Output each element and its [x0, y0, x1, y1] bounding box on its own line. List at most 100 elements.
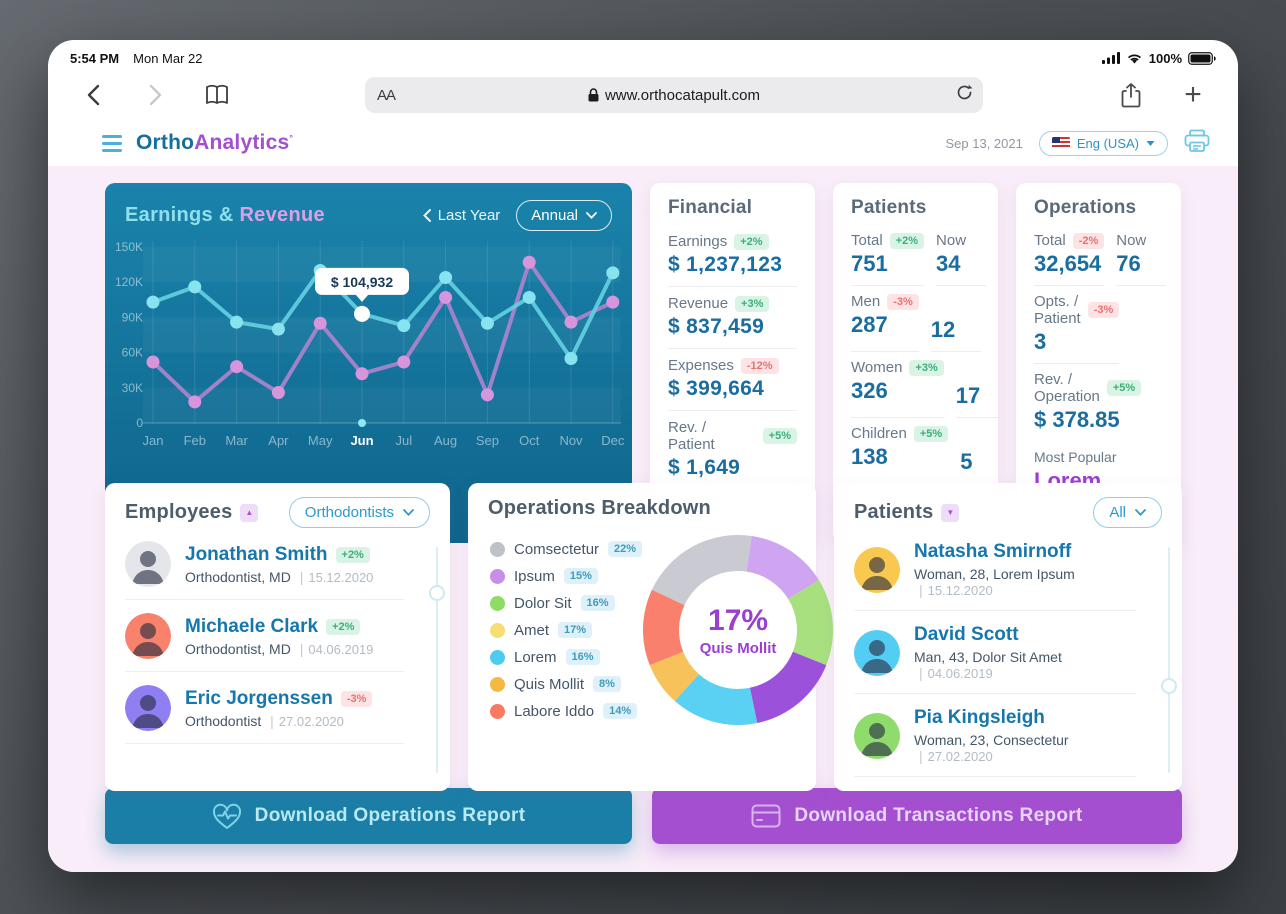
stat-now-cell: Now 76	[1116, 225, 1167, 286]
person-name: Eric Jorgenssen -3%	[185, 688, 373, 710]
stat-now-value: 5	[960, 449, 973, 474]
operations-breakdown-card: Operations Breakdown Comsectetur 22% Ips…	[468, 483, 834, 791]
svg-text:Mar: Mar	[225, 433, 248, 448]
svg-text:90K: 90K	[122, 310, 143, 324]
svg-text:$ 104,932: $ 104,932	[331, 274, 393, 290]
list-item[interactable]: Eric Jorgenssen -3% Orthodontist | 27.02.2…	[125, 672, 404, 744]
stat-now-value: 34	[936, 251, 961, 276]
financial-row: Expenses -12% $ 399,664	[668, 349, 797, 411]
person-name: Jonathan Smith +2%	[185, 544, 373, 566]
trend-badge: +2%	[326, 618, 361, 635]
patients-scrollbar[interactable]	[1168, 547, 1170, 773]
back-button[interactable]	[76, 78, 110, 112]
legend-percent-badge: 17%	[558, 622, 593, 638]
operations-stat-row: Total -2% 32,654 Now 76	[1034, 225, 1167, 286]
list-item[interactable]: Jonathan Smith +2% Orthodontist, MD | 15.1…	[125, 528, 404, 600]
usa-flag-icon	[1051, 137, 1070, 149]
patients-stat-row: Women +3% 326 17	[851, 352, 1006, 418]
stat-cell: Opts. / Patient -3% 3	[1034, 286, 1120, 364]
menu-icon[interactable]	[102, 134, 122, 152]
list-item[interactable]: Natasha Smirnoff Woman, 28, Lorem Ipsum …	[854, 528, 1136, 611]
stat-now-value: 76	[1116, 251, 1141, 276]
breakdown-donut-chart[interactable]: 17% Quis Mollit	[642, 534, 834, 726]
bookmarks-button[interactable]	[200, 78, 234, 112]
chevron-down-icon	[1135, 509, 1146, 516]
download-operations-report-button[interactable]: Download Operations Report	[105, 788, 632, 844]
share-button[interactable]	[1114, 78, 1148, 112]
donut-center-label: 17% Quis Mollit	[699, 603, 777, 657]
stat-label: Expenses -12%	[668, 357, 797, 374]
legend-item: Lorem 16%	[490, 649, 642, 666]
patients-filter-dropdown[interactable]: All	[1093, 497, 1162, 528]
employees-filter-dropdown[interactable]: Orthodontists	[288, 497, 430, 528]
legend-item: Quis Mollit 8%	[490, 676, 642, 693]
legend-dot	[490, 649, 505, 665]
status-date: Mon Mar 22	[133, 50, 203, 66]
credit-card-icon	[751, 804, 781, 828]
employees-card: Employees ▲ Orthodontists Jonathan Smith…	[105, 483, 450, 791]
financial-row: Rev. / Patient +5% $ 1,649	[668, 411, 797, 489]
stat-cell: Total -2% 32,654	[1034, 225, 1105, 286]
list-item[interactable]: David Scott Man, 43, Dolor Sit Amet | 04.…	[854, 611, 1136, 694]
person-name: Pia Kingsleigh	[914, 707, 1045, 728]
status-bar: 5:54 PM Mon Mar 22 100%	[48, 40, 1238, 70]
stat-cell: Women +3% 326	[851, 352, 944, 418]
svg-text:30K: 30K	[122, 381, 143, 395]
language-selector[interactable]: Eng (USA)	[1038, 130, 1168, 156]
print-button[interactable]	[1184, 129, 1210, 158]
heart-pulse-icon	[212, 803, 241, 829]
person-details: Woman, 28, Lorem Ipsum | 15.12.2020	[914, 566, 1075, 598]
svg-text:120K: 120K	[115, 275, 143, 289]
breakdown-title: Operations Breakdown	[488, 497, 711, 519]
reload-button[interactable]	[956, 84, 973, 106]
legend-percent-badge: 15%	[563, 568, 598, 584]
financial-title: Financial	[668, 197, 753, 218]
lock-icon	[588, 88, 599, 102]
patients-list-card: Patients ▼ All Natasha Smirnoff Woman, 2…	[834, 483, 1182, 791]
new-tab-button[interactable]: +	[1176, 78, 1210, 112]
earnings-revenue-line-chart[interactable]: 0 30K 60K 90K 120K 150K Jan Feb Mar Apr May Jun Jul A…	[105, 235, 632, 464]
stat-now-value: 12	[930, 317, 956, 342]
stat-value: 326	[851, 378, 888, 403]
period-dropdown[interactable]: Annual	[516, 200, 612, 231]
avatar	[854, 629, 900, 676]
financial-row: Revenue +3% $ 837,459	[668, 287, 797, 349]
stat-label: Revenue +3%	[668, 295, 797, 312]
legend-label: Comsectetur	[514, 540, 600, 558]
employees-scrollbar[interactable]	[436, 547, 438, 773]
stat-now-cell: 17	[955, 352, 1006, 418]
trend-badge: +3%	[909, 359, 944, 376]
download-transactions-report-button[interactable]: Download Transactions Report	[652, 788, 1182, 844]
svg-text:May: May	[308, 433, 333, 448]
sort-down-icon[interactable]: ▼	[941, 503, 960, 522]
employees-scroll-knob[interactable]	[429, 585, 445, 601]
list-item[interactable]: Pia Kingsleigh Woman, 23, Consectetur | 2…	[854, 694, 1136, 777]
wifi-icon	[1127, 54, 1141, 64]
employees-title: Employees ▲	[125, 501, 259, 524]
legend-dot	[490, 541, 505, 557]
legend-dot	[490, 622, 505, 638]
stat-value: 287	[851, 312, 888, 337]
sort-up-icon[interactable]: ▲	[240, 503, 259, 522]
legend-item: Ipsum 15%	[490, 568, 642, 585]
stat-cell: Men -3% 287	[851, 286, 919, 352]
chevron-down-icon	[403, 509, 414, 516]
legend-percent-badge: 22%	[608, 541, 643, 557]
url-text: www.orthocatapult.com	[604, 86, 761, 104]
stat-now-cell	[1131, 286, 1181, 364]
stat-now-value: 17	[955, 383, 981, 408]
patients-stat-row: Children +5% 138 5	[851, 418, 980, 483]
app-header: OrthoAnalytics° Sep 13, 2021 Eng (USA)	[48, 120, 1238, 166]
forward-button[interactable]	[138, 78, 172, 112]
legend-item: Labore Iddo 14%	[490, 703, 642, 720]
svg-text:Aug: Aug	[434, 433, 457, 448]
legend-label: Dolor Sit	[514, 594, 572, 612]
svg-text:Jan: Jan	[143, 433, 164, 448]
address-bar[interactable]: AA www.orthocatapult.com	[365, 77, 983, 113]
last-year-button[interactable]: Last Year	[422, 207, 500, 224]
stat-cell: Total +2% 751	[851, 225, 925, 286]
list-item[interactable]: Michaele Clark +2% Orthodontist, MD | 04.0…	[125, 600, 404, 672]
patients-scroll-knob[interactable]	[1161, 678, 1177, 694]
patients-stats-title: Patients	[851, 197, 927, 218]
svg-text:Nov: Nov	[559, 433, 583, 448]
